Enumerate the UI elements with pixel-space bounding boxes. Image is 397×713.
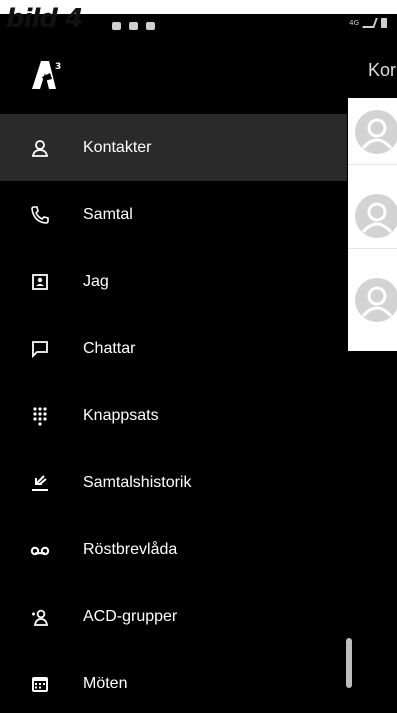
menu-item-moten[interactable]: Möten xyxy=(0,650,347,713)
contact-list[interactable] xyxy=(348,98,397,351)
avatar xyxy=(355,194,397,238)
list-item[interactable] xyxy=(348,98,397,165)
menu-item-label: Chattar xyxy=(83,339,136,357)
menu-item-chattar[interactable]: Chattar xyxy=(0,315,347,382)
app-logo: 3 xyxy=(30,59,64,95)
phone-screen: 4G 3 Kor Kontakter Samtal Jag Chattar Kn… xyxy=(0,14,397,713)
menu-item-acd-grupper[interactable]: ACD-grupper xyxy=(0,583,347,650)
battery-icon xyxy=(381,18,387,28)
menu-item-label: Kontakter xyxy=(83,138,152,156)
notification-icons xyxy=(112,22,155,30)
dialpad-icon xyxy=(30,406,50,426)
notification-icon xyxy=(112,22,121,30)
menu-item-label: Möten xyxy=(83,674,128,692)
network-label: 4G xyxy=(349,19,359,27)
caption-label: bild 4 xyxy=(6,4,83,34)
screenshot-frame: bild 4 4G 3 Kor Kontakter Samtal Jag Cha… xyxy=(0,0,397,713)
avatar xyxy=(355,110,397,154)
menu-item-kontakter[interactable]: Kontakter xyxy=(0,114,347,181)
menu-item-label: ACD-grupper xyxy=(83,607,178,625)
menu-item-label: Samtalshistorik xyxy=(83,473,192,491)
person-icon xyxy=(30,138,50,158)
voicemail-icon xyxy=(30,540,50,560)
list-item[interactable] xyxy=(348,182,397,249)
drawer-scrollbar[interactable] xyxy=(346,638,352,688)
system-icons: 4G xyxy=(349,18,387,28)
menu-item-label: Knappsats xyxy=(83,406,159,424)
cloud-icon xyxy=(146,22,155,30)
menu-item-jag[interactable]: Jag xyxy=(0,248,347,315)
group-icon xyxy=(30,607,50,627)
chat-icon xyxy=(30,339,50,359)
menu-item-label: Jag xyxy=(83,272,109,290)
phone-icon xyxy=(30,205,50,225)
message-icon xyxy=(129,22,138,30)
menu-item-samtal[interactable]: Samtal xyxy=(0,181,347,248)
list-item[interactable] xyxy=(348,266,397,332)
signal-icon xyxy=(362,18,378,28)
menu-item-rostbrevlada[interactable]: Röstbrevlåda xyxy=(0,516,347,583)
menu-item-label: Samtal xyxy=(83,205,133,223)
call-history-icon xyxy=(30,473,50,493)
avatar xyxy=(355,278,397,322)
contact-card-icon xyxy=(30,272,50,292)
menu-item-samtalshistorik[interactable]: Samtalshistorik xyxy=(0,449,347,516)
menu-item-label: Röstbrevlåda xyxy=(83,540,178,558)
content-title: Kor xyxy=(368,60,397,80)
menu-item-knappsats[interactable]: Knappsats xyxy=(0,382,347,449)
logo-icon: 3 xyxy=(32,61,61,89)
calendar-icon xyxy=(30,674,50,694)
svg-text:3: 3 xyxy=(55,62,61,72)
